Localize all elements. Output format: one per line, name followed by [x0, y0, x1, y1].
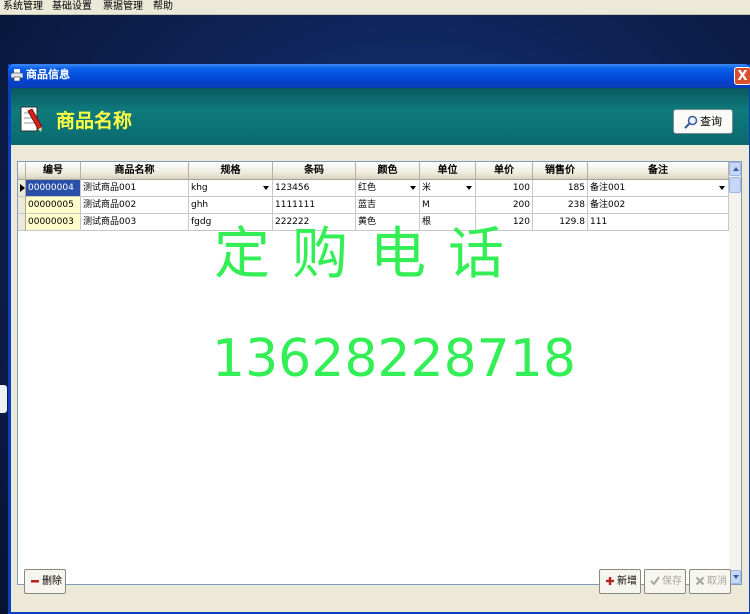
delete-button[interactable]: 删除: [24, 569, 66, 594]
column-header-unit[interactable]: 单位: [420, 162, 476, 180]
page-title: 商品名称: [56, 110, 133, 132]
watermark-order-phone-label: 定购电话: [214, 222, 526, 287]
column-header-note[interactable]: 备注: [588, 162, 729, 180]
menu-system[interactable]: 系统管理: [3, 0, 43, 13]
add-button-label: 新增: [617, 576, 637, 587]
cell-note-value: 备注001: [590, 183, 626, 193]
watermark-phone-number: 13628228718: [212, 329, 576, 389]
cell-name[interactable]: 测试商品003: [81, 214, 189, 231]
cell-barcode[interactable]: 1111111: [273, 197, 356, 214]
dropdown-arrow-icon[interactable]: [263, 186, 269, 190]
column-header-name[interactable]: 商品名称: [81, 162, 189, 180]
table-row[interactable]: 00000005 测试商品002 ghh 1111111 蓝吉 M 200 23…: [18, 197, 729, 214]
column-header-barcode[interactable]: 条码: [273, 162, 356, 180]
cell-code[interactable]: 00000004: [26, 180, 81, 197]
cell-note[interactable]: 备注001: [588, 180, 729, 197]
table-row[interactable]: 00000004 测试商品001 khg 123456 红色 米 100 185…: [18, 180, 729, 197]
cell-unit-value: 米: [422, 183, 432, 193]
column-header-sale-price[interactable]: 销售价: [533, 162, 588, 180]
arrow-down-icon: [733, 575, 739, 579]
menu-bills[interactable]: 票据管理: [103, 0, 143, 13]
window-title: 商品信息: [26, 68, 70, 81]
dropdown-arrow-icon[interactable]: [410, 186, 416, 190]
column-header-color[interactable]: 颜色: [356, 162, 420, 180]
cell-code[interactable]: 00000005: [26, 197, 81, 214]
vertical-scrollbar[interactable]: [729, 162, 741, 584]
plus-icon: [606, 577, 614, 585]
cell-name[interactable]: 测试商品002: [81, 197, 189, 214]
cell-color[interactable]: 红色: [356, 180, 420, 197]
query-button-label: 查询: [700, 115, 722, 128]
cell-sale-price[interactable]: 129.8: [533, 214, 588, 231]
cell-barcode[interactable]: 123456: [273, 180, 356, 197]
checkmark-icon: [650, 576, 660, 586]
add-button[interactable]: 新增: [599, 569, 641, 594]
cell-code[interactable]: 00000003: [26, 214, 81, 231]
scroll-thumb[interactable]: [729, 177, 741, 193]
scroll-up-button[interactable]: [729, 162, 741, 176]
dropdown-arrow-icon[interactable]: [719, 186, 725, 190]
save-button-label: 保存: [662, 576, 682, 587]
magnifier-icon: [684, 115, 698, 129]
save-button[interactable]: 保存: [644, 569, 686, 594]
cell-price[interactable]: 100: [476, 180, 533, 197]
side-tab-handle[interactable]: [0, 385, 7, 413]
close-button[interactable]: X: [734, 67, 750, 85]
cross-icon: [695, 576, 705, 586]
cell-sale-price[interactable]: 185: [533, 180, 588, 197]
cell-note[interactable]: 111: [588, 214, 729, 231]
cell-color[interactable]: 蓝吉: [356, 197, 420, 214]
title-bar[interactable]: 商品信息 X: [8, 64, 750, 88]
cell-price[interactable]: 200: [476, 197, 533, 214]
cell-note[interactable]: 备注002: [588, 197, 729, 214]
menu-basic-settings[interactable]: 基础设置: [52, 0, 92, 13]
cell-spec[interactable]: ghh: [189, 197, 273, 214]
cell-color-value: 红色: [358, 183, 377, 193]
grid-header-row: 编号 商品名称 规格 条码 颜色 单位 单价 销售价 备注: [18, 162, 729, 180]
cell-unit[interactable]: 米: [420, 180, 476, 197]
current-row-arrow-icon: [20, 184, 25, 192]
pencil-notepad-icon: [20, 106, 42, 132]
row-indicator: [18, 180, 26, 197]
dropdown-arrow-icon[interactable]: [466, 186, 472, 190]
arrow-up-icon: [733, 167, 739, 171]
cell-name[interactable]: 测试商品001: [81, 180, 189, 197]
column-header-price[interactable]: 单价: [476, 162, 533, 180]
minus-icon: [31, 580, 39, 583]
printer-icon: [11, 69, 23, 81]
column-header-spec[interactable]: 规格: [189, 162, 273, 180]
menu-help[interactable]: 帮助: [153, 0, 173, 13]
cell-spec[interactable]: khg: [189, 180, 273, 197]
row-indicator: [18, 214, 26, 231]
cell-unit[interactable]: M: [420, 197, 476, 214]
cancel-button[interactable]: 取消: [689, 569, 731, 594]
delete-button-label: 删除: [42, 576, 62, 587]
cancel-button-label: 取消: [707, 576, 727, 587]
column-header-code[interactable]: 编号: [26, 162, 81, 180]
row-header-corner: [18, 162, 26, 180]
row-indicator: [18, 197, 26, 214]
header-band: 商品名称 查询: [11, 88, 749, 145]
cell-spec-value: khg: [191, 183, 208, 193]
cell-sale-price[interactable]: 238: [533, 197, 588, 214]
menu-bar: 系统管理 基础设置 票据管理 帮助: [0, 0, 750, 15]
query-button[interactable]: 查询: [673, 109, 733, 134]
